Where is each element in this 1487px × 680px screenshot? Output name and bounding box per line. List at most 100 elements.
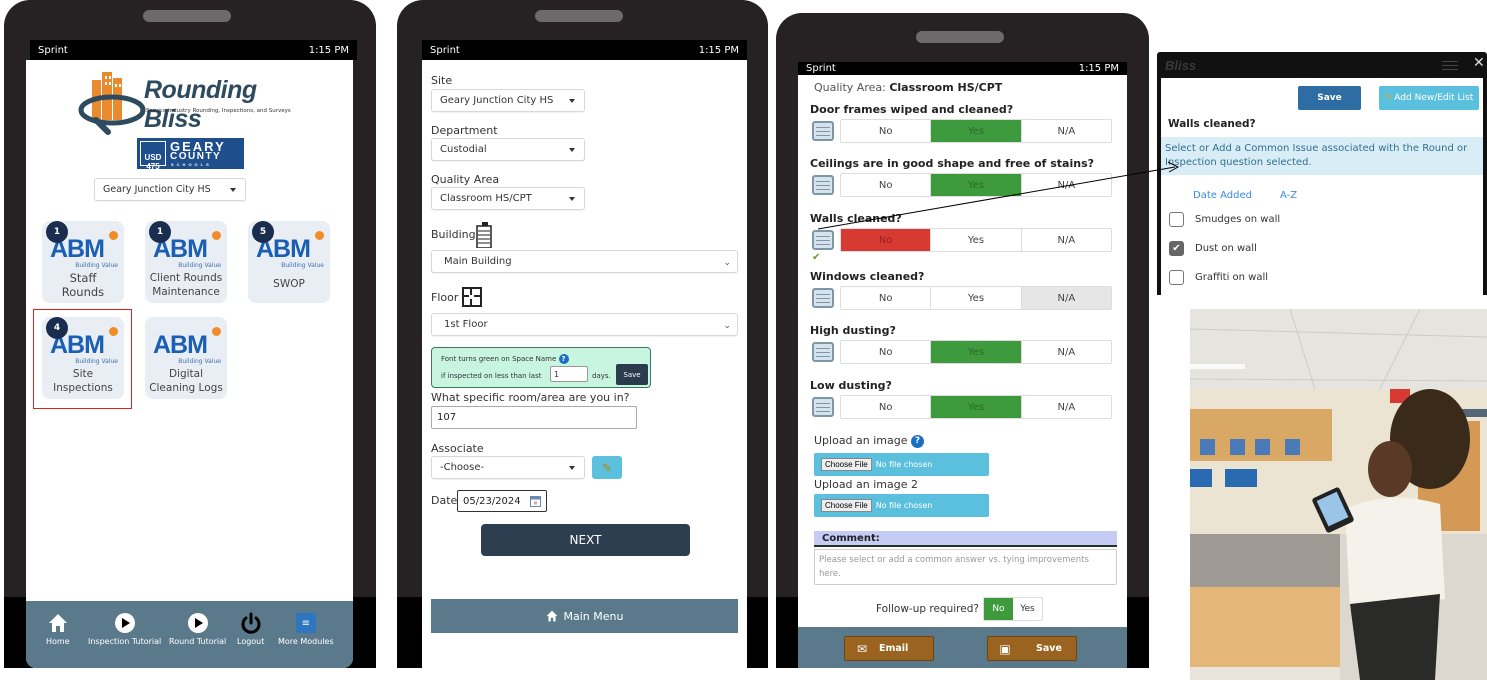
quality-area-select[interactable]: Classroom HS/CPT: [431, 187, 585, 210]
help-icon[interactable]: ?: [911, 434, 925, 448]
days-save-button[interactable]: Save: [616, 364, 648, 385]
associate-label: Associate: [431, 442, 484, 455]
main-menu-button[interactable]: Main Menu: [431, 599, 738, 633]
common-issues-list-icon[interactable]: [812, 397, 834, 417]
answer-toggle[interactable]: No Yes N/A: [840, 286, 1112, 310]
site-select[interactable]: Geary Junction City HS: [94, 178, 246, 201]
answer-option-na[interactable]: N/A: [1021, 287, 1111, 309]
followup-no[interactable]: No: [983, 598, 1013, 620]
nav-label: Round Tutorial: [169, 637, 227, 646]
quality-area-prefix: Quality Area:: [814, 81, 886, 94]
issue-item[interactable]: Graffiti on wall: [1169, 270, 1268, 285]
chevron-down-icon: ⌄: [723, 320, 731, 331]
add-edit-list-button[interactable]: ✎ Add New/Edit List: [1379, 86, 1479, 110]
answer-option-yes[interactable]: Yes: [931, 120, 1022, 142]
site-value: Geary Junction City HS: [440, 95, 554, 106]
answer-option-no[interactable]: No: [841, 341, 932, 363]
common-issues-list-icon[interactable]: [812, 121, 834, 141]
module-tile-swop[interactable]: ABM Building Value SWOP 5: [248, 221, 330, 303]
choose-file-button[interactable]: Choose File: [821, 458, 872, 471]
issue-item[interactable]: ✔ Dust on wall: [1169, 241, 1257, 256]
department-select[interactable]: Custodial: [431, 138, 585, 161]
associate-select[interactable]: -Choose-: [431, 456, 585, 479]
nav-round-tutorial[interactable]: Round Tutorial: [169, 611, 226, 646]
answer-toggle[interactable]: No Yes N/A: [840, 119, 1112, 143]
answer-option-na[interactable]: N/A: [1021, 396, 1111, 418]
checkbox[interactable]: [1169, 270, 1184, 285]
answer-option-no[interactable]: No: [841, 120, 932, 142]
question-title: Door frames wiped and cleaned?: [810, 103, 1014, 116]
answer-option-na[interactable]: N/A: [1021, 174, 1111, 196]
module-tile-client-rounds[interactable]: ABM Building Value Client Rounds Mainten…: [145, 221, 227, 303]
days-input[interactable]: 1: [550, 366, 588, 382]
upload-image-2-input[interactable]: Choose File No file chosen: [814, 494, 989, 517]
answer-toggle[interactable]: No Yes N/A: [840, 228, 1112, 252]
checkbox-checked[interactable]: ✔: [1169, 241, 1184, 256]
answer-toggle[interactable]: No Yes N/A: [840, 395, 1112, 419]
dialog-save-button[interactable]: Save: [1298, 86, 1361, 110]
next-button[interactable]: NEXT: [481, 524, 690, 556]
module-tile-staff-rounds[interactable]: ABM Building Value Staff Rounds 1: [42, 221, 124, 303]
email-button[interactable]: ✉ Email: [844, 636, 934, 661]
checkbox[interactable]: [1169, 212, 1184, 227]
answer-option-no[interactable]: No: [841, 396, 932, 418]
info-text-2: if inspected on less than last: [441, 372, 542, 380]
days-label: days.: [592, 372, 611, 380]
site-select[interactable]: Geary Junction City HS: [431, 89, 585, 112]
room-label: What specific room/area are you in?: [431, 391, 630, 404]
answer-option-no[interactable]: No: [841, 174, 932, 196]
date-input[interactable]: 05/23/2024: [457, 490, 547, 512]
answer-option-yes[interactable]: Yes: [931, 341, 1022, 363]
answer-option-yes[interactable]: Yes: [931, 174, 1022, 196]
common-issues-list-icon[interactable]: [812, 342, 834, 362]
nav-home[interactable]: Home: [46, 611, 70, 646]
answer-toggle[interactable]: No Yes N/A: [840, 340, 1112, 364]
choose-file-button[interactable]: Choose File: [821, 499, 872, 512]
answer-option-no[interactable]: No: [841, 229, 932, 251]
followup-yes[interactable]: Yes: [1013, 598, 1042, 620]
building-select[interactable]: Main Building ⌄: [431, 250, 738, 273]
answer-option-yes[interactable]: Yes: [931, 396, 1022, 418]
inspection-setup-screen: Site Geary Junction City HS Department C…: [422, 60, 747, 668]
floor-select[interactable]: 1st Floor ⌄: [431, 313, 738, 336]
nav-more-modules[interactable]: ≡ More Modules: [278, 611, 334, 646]
answer-option-na[interactable]: N/A: [1021, 341, 1111, 363]
file-status: No file chosen: [875, 501, 933, 510]
answer-option-na[interactable]: N/A: [1021, 120, 1111, 142]
floor-value: 1st Floor: [444, 319, 488, 330]
module-tile-digital-cleaning-logs[interactable]: ABM Building Value Digital Cleaning Logs: [145, 317, 227, 399]
nav-inspection-tutorial[interactable]: Inspection Tutorial: [88, 611, 161, 646]
answer-option-no[interactable]: No: [841, 287, 932, 309]
answer-option-yes[interactable]: Yes: [931, 287, 1022, 309]
room-input[interactable]: 107: [431, 406, 637, 429]
hamburger-icon[interactable]: [1442, 61, 1458, 70]
date-value: 05/23/2024: [463, 495, 521, 507]
district-name-line3: SCHOOLS: [171, 162, 212, 167]
close-icon[interactable]: ✕: [1473, 55, 1485, 71]
upload-image-input[interactable]: Choose File No file chosen: [814, 453, 989, 476]
question-title: High dusting?: [810, 324, 896, 337]
sort-by-date-link[interactable]: Date Added: [1193, 190, 1252, 201]
answer-option-yes[interactable]: Yes: [931, 229, 1022, 251]
followup-toggle[interactable]: No Yes: [982, 597, 1043, 621]
common-issues-list-icon[interactable]: [812, 175, 834, 195]
comment-textarea[interactable]: Please select or add a common answer vs.…: [814, 549, 1117, 585]
common-issues-list-icon[interactable]: [812, 288, 834, 308]
answer-option-na[interactable]: N/A: [1021, 229, 1111, 251]
rounding-bliss-logo: Rounding Bliss Service Industry Rounding…: [78, 66, 308, 138]
nav-label: Logout: [237, 637, 265, 646]
help-icon[interactable]: ?: [558, 354, 569, 364]
sort-az-link[interactable]: A-Z: [1280, 190, 1297, 201]
bottom-nav: Home Inspection Tutorial Round Tutorial …: [26, 601, 353, 668]
edit-associate-button[interactable]: ✎: [592, 456, 622, 479]
nav-logout[interactable]: Logout: [237, 611, 264, 646]
answer-toggle[interactable]: No Yes N/A: [840, 173, 1112, 197]
abm-tagline: Building Value: [178, 358, 221, 365]
calendar-icon[interactable]: [530, 496, 541, 507]
question-title: Low dusting?: [810, 379, 892, 392]
save-button[interactable]: ▣ Save: [987, 636, 1077, 661]
common-issues-list-icon[interactable]: [812, 230, 834, 250]
issue-item[interactable]: Smudges on wall: [1169, 212, 1280, 227]
recent-inspection-settings: Font turns green on Space Name ? if insp…: [431, 347, 651, 388]
phone-speaker: [143, 10, 231, 22]
